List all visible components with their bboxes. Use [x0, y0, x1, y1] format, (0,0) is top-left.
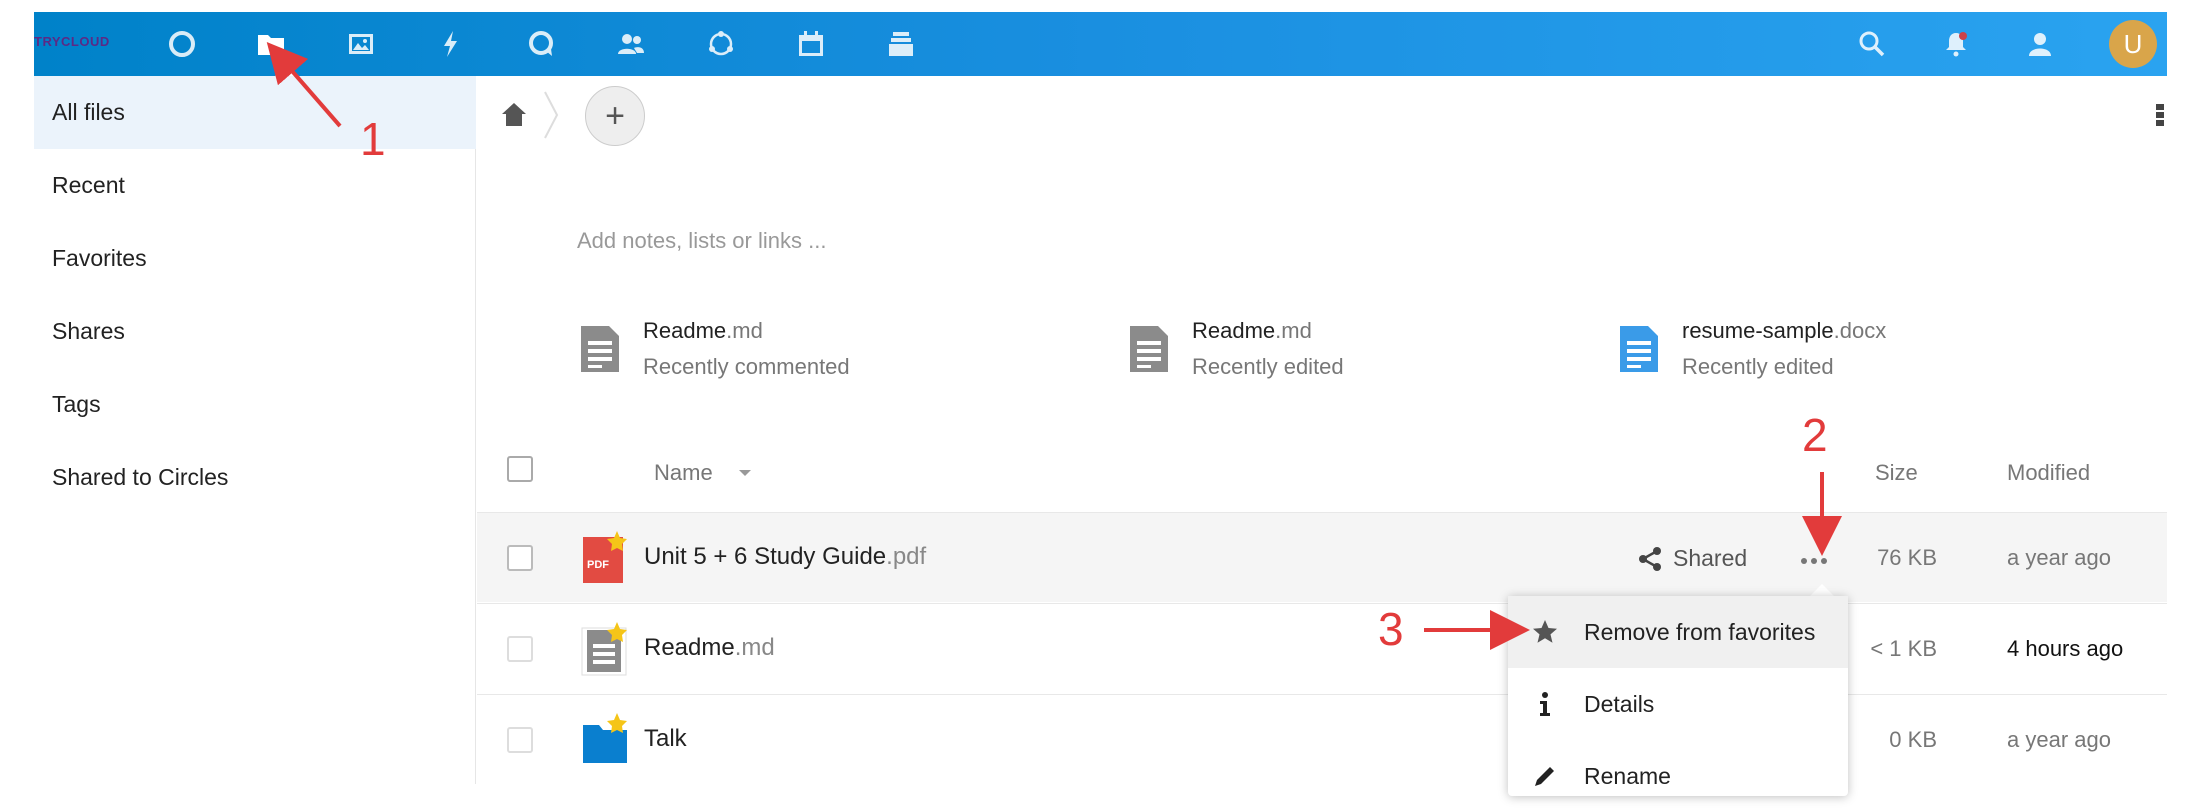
file-row[interactable]: PDF Unit 5 + 6 Study Guide.pdf Shared 76…: [477, 512, 2167, 602]
notes-input[interactable]: Add notes, lists or links ...: [577, 228, 826, 254]
files-icon[interactable]: [253, 26, 289, 62]
recent-file-name: Readme.md: [1192, 318, 1312, 344]
size-column-header[interactable]: Size: [1875, 460, 1918, 486]
recent-file-name: resume-sample.docx: [1682, 318, 1886, 344]
menu-item-label: Remove from favorites: [1584, 618, 1816, 645]
recent-file-extension: .docx: [1833, 318, 1887, 343]
file-extension: .pdf: [886, 543, 927, 570]
document-icon: [581, 622, 627, 676]
select-all-checkbox[interactable]: [507, 456, 533, 482]
file-name[interactable]: Unit 5 + 6 Study Guide.pdf: [644, 543, 926, 571]
sidebar: All files Recent Favorites Shares Tags S…: [34, 76, 476, 784]
popup-caret: [1810, 584, 1834, 596]
files-main: + Add notes, lists or links ... Readme.m…: [477, 76, 2167, 784]
active-app-indicator: [275, 64, 299, 76]
sidebar-item-all-files[interactable]: All files: [34, 76, 476, 149]
file-row[interactable]: Talk 0 KB a year ago: [477, 694, 2167, 784]
annotation-step-1: 1: [360, 113, 386, 165]
recent-file-extension: .md: [726, 318, 763, 343]
file-basename: Readme: [644, 634, 735, 661]
share-button[interactable]: Shared: [1637, 545, 1747, 572]
file-name[interactable]: Readme.md: [644, 634, 775, 662]
menu-item-label: Details: [1584, 690, 1655, 717]
row-checkbox[interactable]: [507, 727, 533, 753]
file-actions-menu: Remove from favorites Details Rename: [1508, 596, 1848, 796]
document-icon: [581, 326, 619, 372]
file-modified: a year ago: [2007, 727, 2111, 752]
sidebar-item-shares[interactable]: Shares: [34, 295, 476, 368]
contacts-menu-icon[interactable]: [2022, 26, 2058, 62]
top-bar: TRYCLOUD U: [34, 12, 2167, 76]
recent-file-card[interactable]: resume-sample.docx Recently edited: [1618, 318, 2138, 398]
notifications-icon[interactable]: [1938, 26, 1974, 62]
home-icon[interactable]: [499, 100, 529, 130]
new-file-button[interactable]: +: [585, 86, 645, 146]
menu-rename[interactable]: Rename: [1508, 740, 1848, 812]
recent-file-card[interactable]: Readme.md Recently edited: [1128, 318, 1648, 398]
sidebar-item-recent[interactable]: Recent: [34, 149, 476, 222]
document-icon: [1130, 326, 1168, 372]
recent-file-name: Readme.md: [643, 318, 763, 344]
file-basename: Unit 5 + 6 Study Guide: [644, 543, 887, 570]
avatar[interactable]: U: [2109, 20, 2157, 68]
recent-file-basename: Readme: [643, 318, 727, 343]
dashboard-icon[interactable]: [164, 26, 200, 62]
annotation-step-3: 3: [1378, 603, 1404, 655]
sort-caret-icon[interactable]: [739, 470, 751, 476]
annotation-step-2: 2: [1802, 409, 1828, 461]
name-column-header[interactable]: Name: [654, 460, 713, 486]
word-document-icon: [1620, 326, 1658, 372]
sidebar-item-shared-to-circles[interactable]: Shared to Circles: [34, 441, 476, 514]
recent-file-status: Recently commented: [643, 354, 850, 379]
more-options-icon[interactable]: [2155, 102, 2165, 128]
file-basename: Talk: [644, 725, 687, 752]
share-status: Shared: [1673, 545, 1748, 571]
photos-icon[interactable]: [343, 26, 379, 62]
file-size: 76 KB: [1877, 545, 1937, 570]
folder-icon: [583, 713, 627, 763]
activity-icon[interactable]: [433, 26, 469, 62]
row-checkbox[interactable]: [507, 545, 533, 571]
modified-column-header[interactable]: Modified: [2007, 460, 2090, 486]
recent-file-extension: .md: [1275, 318, 1312, 343]
screenshot-frame: TRYCLOUD U All files Recent Favorites Sh…: [0, 0, 2187, 796]
pdf-label: PDF: [587, 559, 609, 571]
talk-icon[interactable]: [523, 26, 559, 62]
file-row[interactable]: Readme.md < 1 KB 4 hours ago: [477, 603, 2167, 693]
sidebar-item-tags[interactable]: Tags: [34, 368, 476, 441]
pdf-file-icon: [583, 531, 627, 583]
recent-file-basename: Readme: [1192, 318, 1276, 343]
info-icon: [1508, 691, 1558, 717]
row-checkbox[interactable]: [507, 636, 533, 662]
breadcrumb-separator: [544, 91, 559, 139]
contacts-icon[interactable]: [613, 26, 649, 62]
menu-remove-from-favorites[interactable]: Remove from favorites: [1508, 596, 1848, 668]
recent-file-card[interactable]: Readme.md Recently commented: [579, 318, 1099, 398]
sidebar-item-favorites[interactable]: Favorites: [34, 222, 476, 295]
share-icon: [1639, 546, 1661, 571]
file-extension: .md: [734, 634, 775, 661]
file-modified: a year ago: [2007, 545, 2111, 570]
menu-details[interactable]: Details: [1508, 668, 1848, 740]
calendar-icon[interactable]: [793, 26, 829, 62]
search-icon[interactable]: [1854, 26, 1890, 62]
recent-file-status: Recently edited: [1682, 354, 1834, 379]
trycloud-logo[interactable]: TRYCLOUD: [34, 34, 110, 49]
recent-file-status: Recently edited: [1192, 354, 1344, 379]
deck-icon[interactable]: [883, 26, 919, 62]
file-modified: 4 hours ago: [2007, 636, 2124, 661]
circles-icon[interactable]: [703, 26, 739, 62]
star-icon: [1508, 619, 1558, 645]
pencil-icon: [1508, 763, 1558, 789]
menu-item-label: Rename: [1584, 762, 1671, 789]
recent-file-basename: resume-sample: [1682, 318, 1834, 343]
file-name[interactable]: Talk: [644, 725, 687, 753]
